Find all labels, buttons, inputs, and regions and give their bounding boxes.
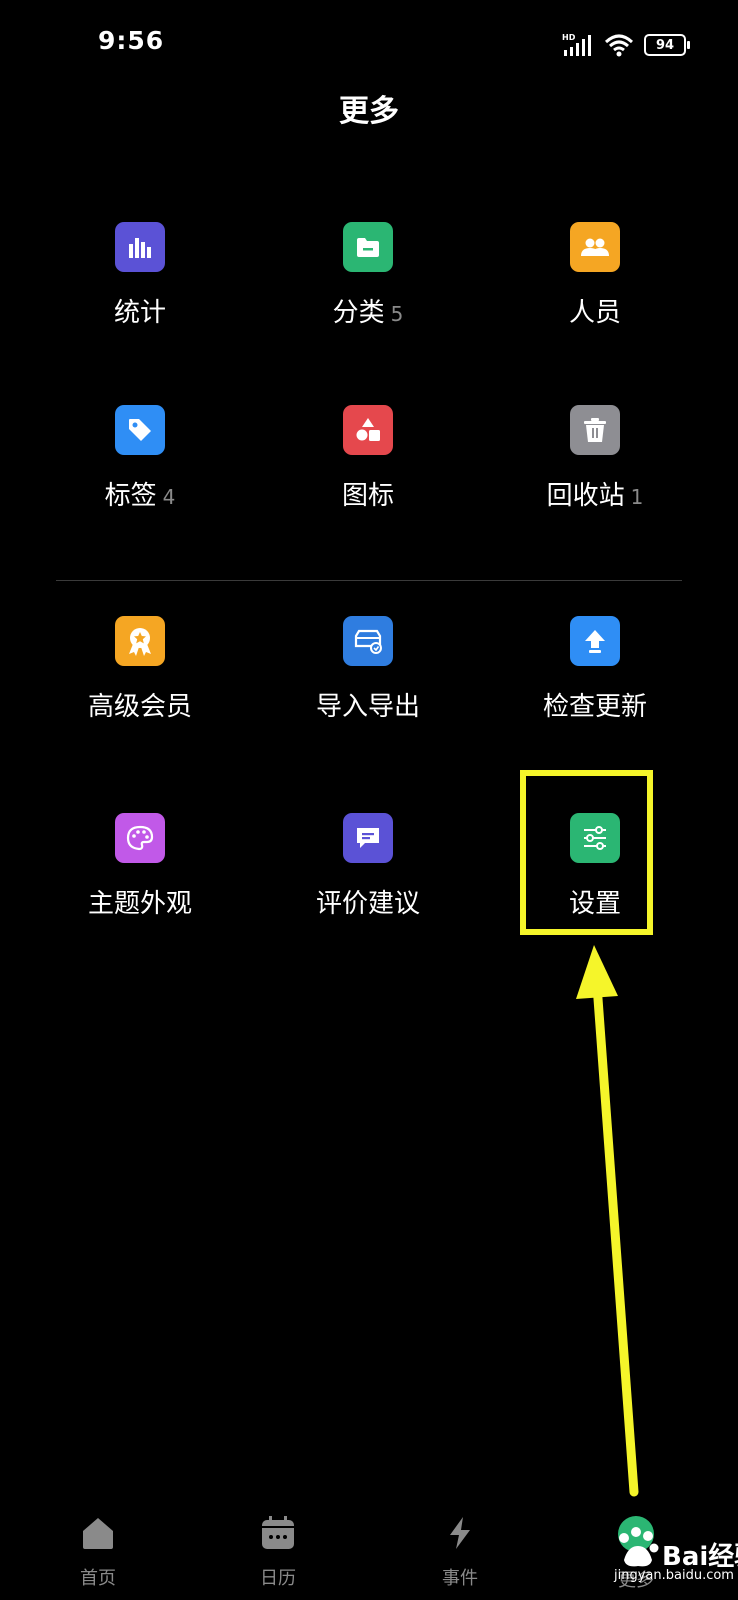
nav-label: 事件	[442, 1568, 478, 1589]
annotation-arrow	[576, 945, 639, 1497]
calendar-icon	[262, 1516, 294, 1549]
baidu-watermark: Bai经验 jingyan.baidu.com	[606, 1508, 738, 1588]
watermark-site: jingyan.baidu.com	[614, 1568, 734, 1583]
lightning-icon	[450, 1517, 470, 1549]
nav-home[interactable]: 首页	[38, 1514, 158, 1590]
nav-calendar[interactable]: 日历	[218, 1514, 338, 1590]
nav-events[interactable]: 事件	[400, 1514, 520, 1590]
home-icon	[83, 1518, 113, 1549]
nav-label: 日历	[260, 1568, 296, 1589]
nav-label: 首页	[80, 1568, 116, 1589]
